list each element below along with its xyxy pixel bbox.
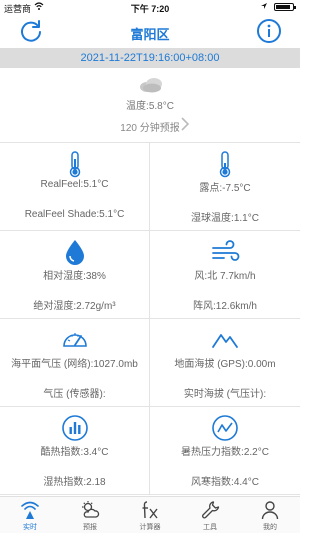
realfeel-value: RealFeel:5.1°C: [40, 179, 109, 190]
realfeel-shade-value: RealFeel Shade:5.1°C: [24, 209, 125, 220]
line-chart-icon: [212, 415, 238, 441]
tab-realtime[interactable]: 实时: [0, 497, 60, 533]
humidex-value: 湿热指数:2.18: [43, 477, 106, 488]
tab-label: 预报: [83, 524, 97, 531]
heat-index-cell: 酷热指数:3.4°C 湿热指数:2.18: [0, 407, 150, 495]
info-icon[interactable]: [256, 18, 282, 44]
tab-profile[interactable]: 我的: [240, 497, 300, 533]
page-title: 富阳区: [130, 27, 170, 42]
heat-stress-value: 暑热压力指数:2.2°C: [181, 447, 269, 458]
battery-level: [276, 5, 291, 9]
tab-label: 计算器: [139, 524, 161, 531]
wet-bulb-value: 湿球温度:1.1°C: [191, 213, 259, 224]
tab-bar: 实时 预报 计算器 工具 我的: [0, 496, 300, 533]
wind-icon: [212, 240, 240, 261]
gust-value: 阵风:12.6km/h: [193, 301, 257, 312]
realfeel-cell: RealFeel:5.1°C RealFeel Shade:5.1°C: [0, 143, 150, 231]
sensor-pressure-value: 气压 (传感器):: [43, 389, 106, 400]
forecast-120min-link[interactable]: 120 分钟预报: [0, 119, 300, 134]
calculator-icon: [142, 501, 158, 519]
tab-tools[interactable]: 工具: [180, 497, 240, 533]
tab-label: 我的: [263, 524, 277, 531]
thermometer-icon: [219, 151, 231, 178]
heat-stress-cell: 暑热压力指数:2.2°C 风寒指数:4.4°C: [150, 407, 300, 495]
relative-humidity-value: 相对湿度:38%: [43, 271, 106, 282]
water-drop-icon: [66, 240, 84, 265]
battery-icon: [274, 3, 296, 11]
nav-bar: 富阳区: [0, 14, 300, 48]
chevron-right-icon[interactable]: [180, 116, 190, 132]
person-icon: [261, 501, 279, 520]
altitude-cell: 地面海拔 (GPS):0.00m 实时海拔 (气压计):: [150, 319, 300, 407]
tab-label: 实时: [23, 524, 37, 531]
observation-time: 2021-11-22T19:16:00+08:00: [0, 48, 300, 68]
pressure-cell: 海平面气压 (网络):1027.0mb 气压 (传感器):: [0, 319, 150, 407]
heat-index-value: 酷热指数:3.4°C: [40, 447, 109, 458]
mountain-icon: [212, 334, 238, 348]
status-bar: 运营商 下午 7:20: [0, 0, 300, 14]
wind-cell: 风:北 7.7km/h 阵风:12.6km/h: [150, 231, 300, 319]
thermometer-icon: [69, 151, 81, 178]
absolute-humidity-value: 绝对湿度:2.72g/m³: [33, 301, 116, 312]
forecast-icon: [82, 501, 100, 518]
current-conditions: 温度:5.8°C 120 分钟预报: [0, 68, 300, 143]
cloudy-icon: [140, 78, 162, 93]
current-temperature: 温度:5.8°C: [126, 101, 174, 112]
wind-chill-value: 风寒指数:4.4°C: [191, 477, 259, 488]
realtime-icon: [21, 501, 39, 519]
gauge-icon: [63, 333, 87, 347]
wrench-icon: [202, 501, 220, 519]
location-arrow-icon: [261, 3, 267, 9]
sea-level-pressure-value: 海平面气压 (网络):1027.0mb: [11, 359, 138, 370]
tab-calculator[interactable]: 计算器: [120, 497, 180, 533]
wind-value: 风:北 7.7km/h: [194, 271, 256, 282]
barometer-altitude-value: 实时海拔 (气压计):: [183, 389, 267, 400]
dewpoint-cell: 露点:-7.5°C 湿球温度:1.1°C: [150, 143, 300, 231]
dewpoint-value: 露点:-7.5°C: [199, 183, 251, 194]
tab-forecast[interactable]: 预报: [60, 497, 120, 533]
tab-label: 工具: [203, 524, 217, 531]
gps-altitude-value: 地面海拔 (GPS):0.00m: [174, 359, 276, 370]
humidity-cell: 相对湿度:38% 绝对湿度:2.72g/m³: [0, 231, 150, 319]
bar-chart-icon: [62, 415, 88, 441]
